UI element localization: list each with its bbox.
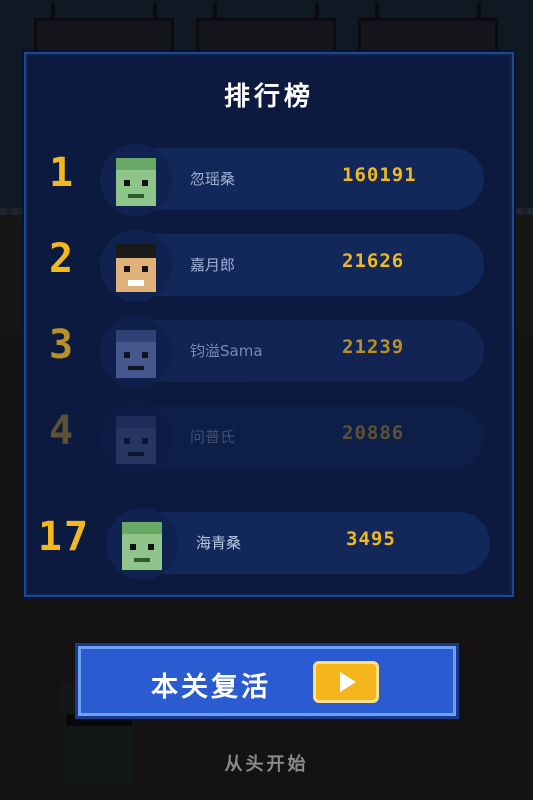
leaderboard-row: 3 钧溢Sama 21239 [26,310,512,388]
self-rank-row: 17 海青桑 3495 [26,502,512,580]
player-name: 海青桑 [196,534,242,552]
rank-number: 2 [48,236,74,282]
player-name: 钧溢Sama [190,342,263,360]
rank-number: 4 [48,408,74,454]
leaderboard-row: 4 问普氏 20886 [26,396,512,474]
rank-number: 3 [48,322,74,368]
leaderboard-panel: 排行榜 1 忽瑶桑 160191 2 嘉月郎 21626 3 钧溢Sama 21… [24,52,514,597]
green-zombie-avatar [100,144,172,216]
revive-button-label: 本关复活 [151,672,271,703]
player-name: 忽瑶桑 [190,170,236,188]
green-zombie-avatar [106,508,178,580]
player-score: 21626 [342,250,405,272]
revive-button[interactable]: 本关复活 [78,646,456,716]
player-score: 20886 [342,422,405,444]
leaderboard-row: 1 忽瑶桑 160191 [26,138,512,216]
leaderboard-title: 排行榜 [223,82,314,112]
blue-zombie-avatar [100,402,172,474]
player-name: 问普氏 [190,428,236,446]
player-name: 嘉月郎 [190,256,236,274]
player-score: 21239 [342,336,405,358]
human-avatar [100,230,172,302]
blue-zombie-avatar [100,316,172,388]
play-icon[interactable] [313,661,379,703]
leaderboard-row: 2 嘉月郎 21626 [26,224,512,302]
rank-number: 17 [37,514,91,560]
player-score: 3495 [346,528,396,550]
restart-button[interactable]: 从头开始 [0,750,533,776]
rank-number: 1 [48,150,74,196]
player-score: 160191 [342,164,417,186]
